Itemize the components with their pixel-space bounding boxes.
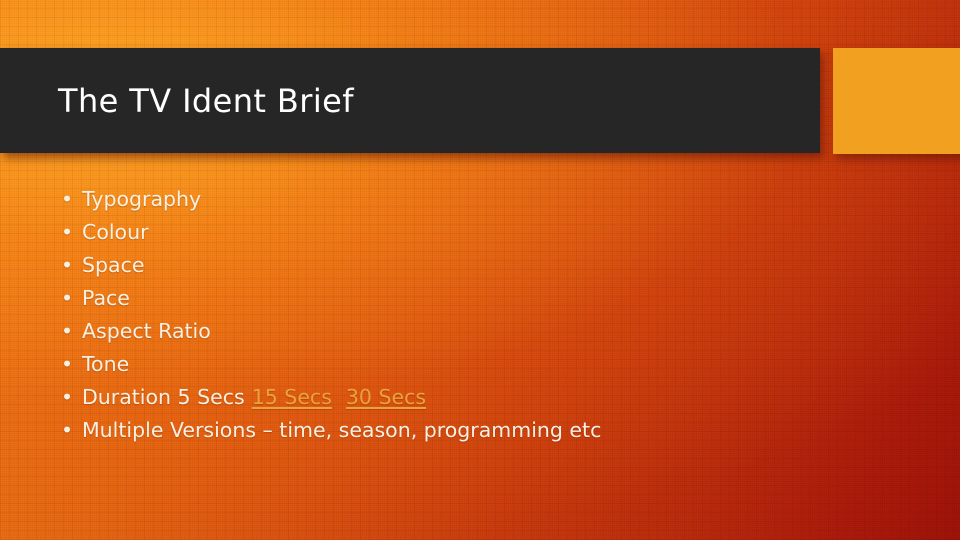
list-item-label: Tone [82, 352, 130, 376]
list-item: • Pace [56, 282, 916, 315]
bullet-icon: • [61, 319, 74, 343]
title-bar: The TV Ident Brief [0, 48, 820, 153]
list-item-label: Colour [82, 220, 149, 244]
bullet-icon: • [61, 352, 74, 376]
bullet-list: • Typography • Colour • Space • Pace • A… [56, 183, 916, 447]
bullet-icon: • [61, 187, 74, 211]
list-item-label: Pace [82, 286, 130, 310]
list-item-label: Typography [82, 187, 202, 211]
list-item: • Colour [56, 216, 916, 249]
list-item-label: Multiple Versions – time, season, progra… [82, 418, 602, 442]
list-item: • Tone [56, 348, 916, 381]
bullet-icon: • [61, 418, 74, 442]
list-item: • Typography [56, 183, 916, 216]
list-item: • Space [56, 249, 916, 282]
link-15-secs[interactable]: 15 Secs [252, 385, 332, 409]
slide-canvas: The TV Ident Brief • Typography • Colour… [0, 0, 960, 540]
list-item-label: Space [82, 253, 145, 277]
link-30-secs[interactable]: 30 Secs [346, 385, 426, 409]
list-item-label: Duration 5 Secs [82, 385, 245, 409]
list-item-label: Aspect Ratio [82, 319, 211, 343]
list-item-duration: • Duration 5 Secs 15 Secs 30 Secs [56, 381, 916, 414]
bullet-icon: • [61, 385, 74, 409]
list-item: • Aspect Ratio [56, 315, 916, 348]
bullet-icon: • [61, 220, 74, 244]
accent-block [833, 48, 960, 154]
list-item: • Multiple Versions – time, season, prog… [56, 414, 916, 447]
bullet-icon: • [61, 286, 74, 310]
page-title: The TV Ident Brief [58, 81, 354, 120]
bullet-icon: • [61, 253, 74, 277]
